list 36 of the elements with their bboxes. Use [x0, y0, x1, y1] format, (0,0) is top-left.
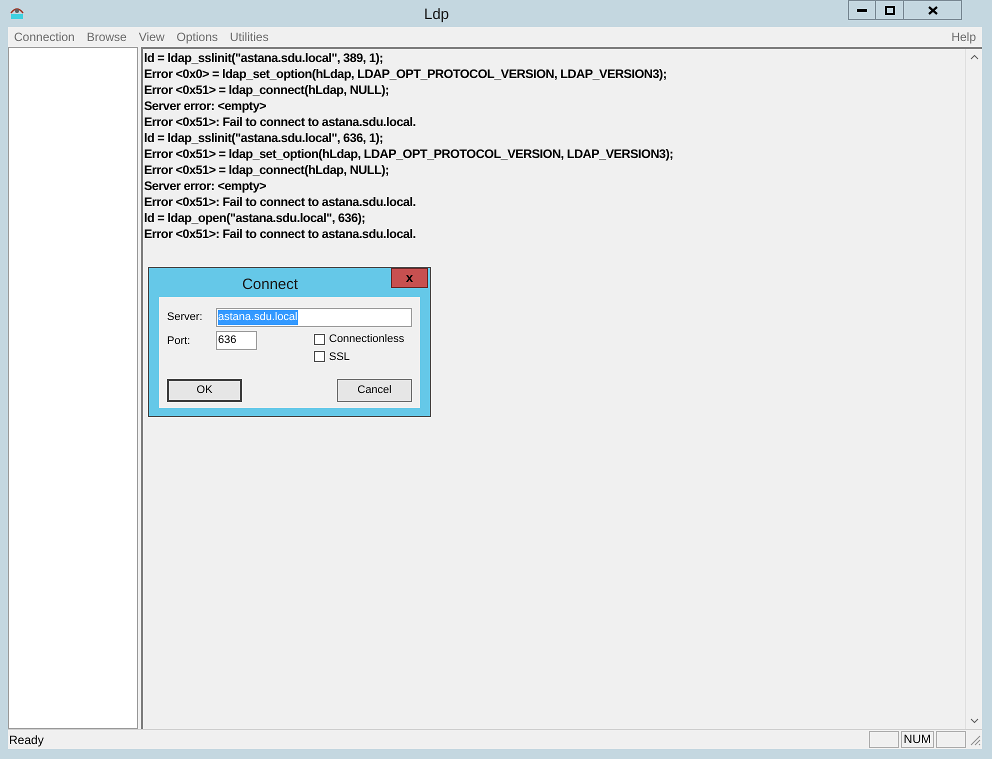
checkbox[interactable]	[314, 351, 325, 362]
log-line: Error <0x51>: Fail to connect to astana.sdu.local.	[144, 226, 417, 242]
checkbox[interactable]	[314, 334, 325, 345]
log-line: Error <0x51>: Fail to connect to astana.sdu.local.	[144, 194, 417, 210]
dialog-button[interactable]: OK	[167, 379, 242, 402]
close-button[interactable]	[904, 0, 962, 20]
checkbox-label: Connectionless	[329, 332, 404, 347]
log-line: Server error: <empty>	[144, 98, 268, 114]
window-title: Ldp	[424, 5, 450, 25]
dialog-button[interactable]: Cancel	[337, 379, 412, 402]
checkbox-label: SSL	[329, 350, 350, 364]
log-line: Error <0x51> = ldap_connect(hLdap, NULL);	[144, 162, 390, 178]
log-line: Server error: <empty>	[144, 178, 268, 194]
status-panel	[868, 731, 899, 748]
close-icon	[928, 6, 938, 14]
log-line: ld = ldap_open("astana.sdu.local", 636);	[144, 210, 366, 226]
close-button[interactable]: x	[391, 268, 428, 288]
log-line: Error <0x51> = ldap_set_option(hLdap, LDAP_OPT_PROTOCOL_VERSION, LDAP_VERSION3);	[144, 146, 674, 162]
server-field[interactable]: astana.sdu.local	[216, 308, 412, 326]
log-line: Error <0x0> = ldap_set_option(hLdap, LDAP_OPT_PROTOCOL_VERSION, LDAP_VERSION3);	[144, 66, 668, 82]
log-line: Error <0x51>: Fail to connect to astana.sdu.local.	[144, 114, 417, 130]
port-field[interactable]: 636	[216, 331, 257, 350]
field-label: Server:	[167, 310, 204, 325]
resize-grip-icon[interactable]	[968, 732, 982, 746]
field-label: Port:	[167, 334, 192, 349]
log-line: ld = ldap_sslinit("astana.sdu.local", 636, 1);	[144, 130, 384, 146]
maximize-button[interactable]	[876, 0, 904, 20]
log-line: ld = ldap_sslinit("astana.sdu.local", 389, 1);	[144, 50, 384, 66]
dialog-title: Connect	[242, 275, 298, 295]
log-line: Error <0x51> = ldap_connect(hLdap, NULL);	[144, 82, 390, 98]
status-panel	[936, 731, 966, 748]
status-indicator: NUM	[900, 731, 934, 748]
minimize-button[interactable]	[848, 0, 876, 20]
minimize-icon	[857, 8, 867, 12]
maximize-icon	[884, 6, 894, 14]
status-text: Ready	[8, 732, 45, 748]
